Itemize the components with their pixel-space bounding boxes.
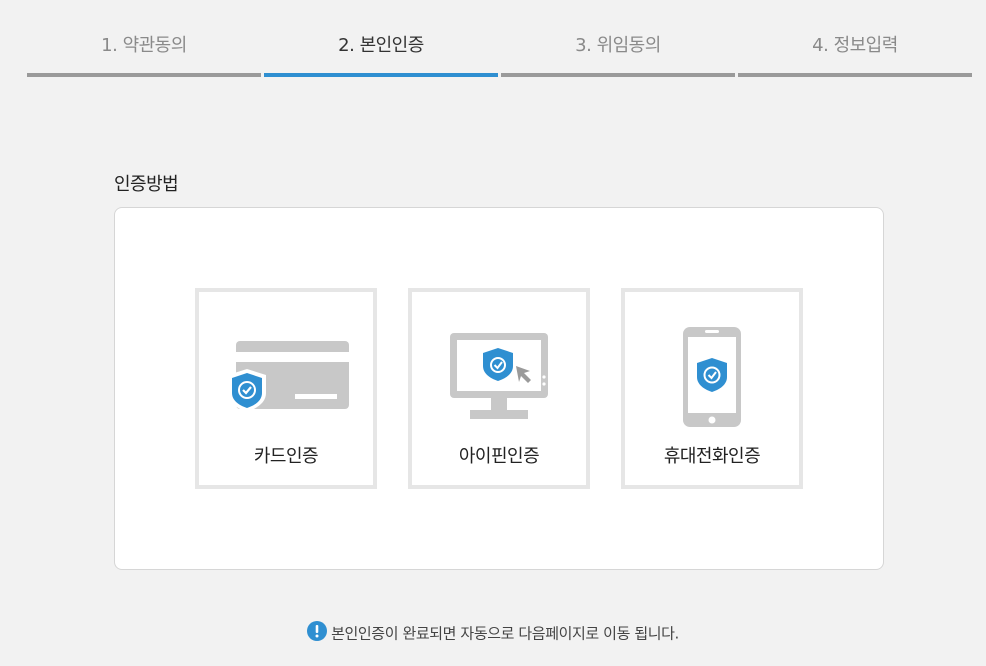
mobile-auth-button[interactable]: 휴대전화인증 <box>621 288 803 489</box>
step-tabs: 1. 약관동의 2. 본인인증 3. 위임동의 4. 정보입력 <box>27 0 972 77</box>
mobile-auth-label: 휴대전화인증 <box>663 446 761 467</box>
notice-message: 본인인증이 완료되면 자동으로 다음페이지로 이동 됩니다. <box>0 621 986 645</box>
step-tab-label: 2. 본인인증 <box>338 35 424 56</box>
auth-method-title: 인증방법 <box>114 174 179 195</box>
step-tab-indicator <box>501 73 735 77</box>
ipin-auth-button[interactable]: 아이핀인증 <box>408 288 590 489</box>
notice-text: 본인인증이 완료되면 자동으로 다음페이지로 이동 됩니다. <box>331 624 679 643</box>
monitor-shield-icon <box>412 322 586 432</box>
card-shield-icon <box>199 322 373 432</box>
step-tab-label: 1. 약관동의 <box>101 35 187 56</box>
step-tab-verification[interactable]: 2. 본인인증 <box>264 0 498 77</box>
step-tab-delegation[interactable]: 3. 위임동의 <box>501 0 735 77</box>
phone-shield-icon <box>625 322 799 432</box>
step-tab-terms[interactable]: 1. 약관동의 <box>27 0 261 77</box>
step-tab-label: 3. 위임동의 <box>575 35 661 56</box>
auth-method-panel: 카드인증 아이핀인증 휴대전화인증 <box>114 207 884 570</box>
ipin-auth-label: 아이핀인증 <box>458 446 540 467</box>
card-auth-label: 카드인증 <box>253 446 319 467</box>
step-tab-indicator <box>264 73 498 77</box>
exclamation-icon <box>307 621 328 645</box>
step-tab-indicator <box>738 73 972 77</box>
card-auth-button[interactable]: 카드인증 <box>195 288 377 489</box>
step-tab-info-input[interactable]: 4. 정보입력 <box>738 0 972 77</box>
step-tab-label: 4. 정보입력 <box>812 35 898 56</box>
step-tab-indicator <box>27 73 261 77</box>
